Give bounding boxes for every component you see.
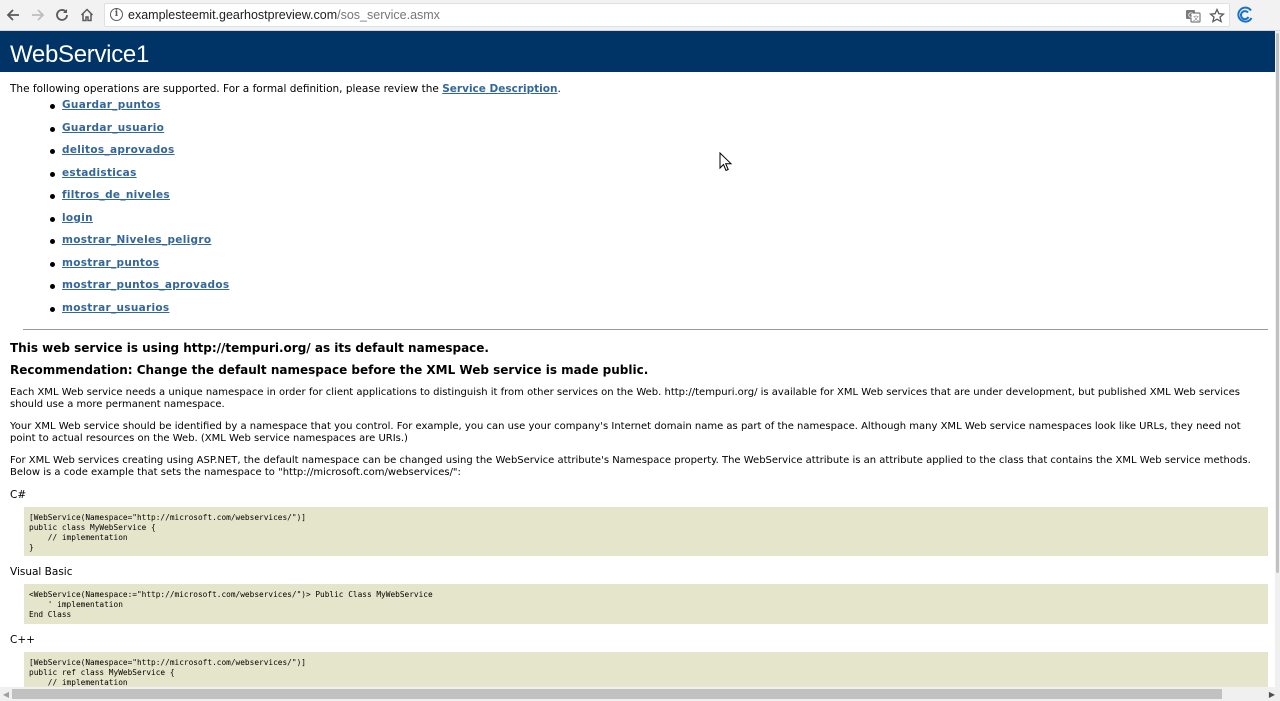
forward-arrow-icon <box>32 9 45 21</box>
list-item: login <box>50 212 229 235</box>
home-button[interactable] <box>76 4 98 26</box>
bullet-icon <box>50 261 55 267</box>
home-icon <box>80 8 94 22</box>
web-page: WebService1 The following operations are… <box>0 31 1275 687</box>
list-item: mostrar_usuarios <box>50 302 229 325</box>
operation-link[interactable]: Guardar_puntos <box>62 99 161 111</box>
bullet-icon <box>50 104 55 109</box>
operation-link[interactable]: mostrar_usuarios <box>62 302 169 314</box>
cpp-label: C++ <box>10 634 35 646</box>
service-description-link[interactable]: Service Description <box>442 83 557 95</box>
bullet-icon <box>50 216 55 222</box>
namespace-paragraph-3: For XML Web services creating using ASP.… <box>10 455 1251 478</box>
scroll-left-arrow-icon[interactable]: ◀ <box>0 688 12 700</box>
bullet-icon <box>50 239 55 244</box>
translate-icon: G 文 <box>1186 10 1201 23</box>
list-item: filtros_de_niveles <box>50 189 229 212</box>
svg-text:文: 文 <box>1193 15 1199 23</box>
back-button[interactable] <box>2 4 24 26</box>
info-icon[interactable]: i <box>110 8 123 21</box>
operation-link[interactable]: login <box>62 212 93 224</box>
csharp-code-block: [WebService(Namespace="http://microsoft.… <box>24 507 1268 556</box>
mouse-cursor-icon <box>719 152 733 172</box>
operation-link[interactable]: Guardar_usuario <box>62 122 164 134</box>
operation-link[interactable]: filtros_de_niveles <box>62 189 170 201</box>
bookmark-star-button[interactable] <box>1208 7 1226 25</box>
operation-link[interactable]: estadisticas <box>62 167 137 179</box>
reload-icon <box>56 9 68 21</box>
csharp-label: C# <box>10 489 27 501</box>
url-path: /sos_service.asmx <box>337 8 440 22</box>
cpp-code-block: [WebService(Namespace="http://microsoft.… <box>24 652 1268 687</box>
browser-toolbar: i examplesteemit.gearhostpreview.com/sos… <box>0 0 1280 31</box>
list-item: Guardar_puntos <box>50 99 229 122</box>
recommendation-heading: Recommendation: Change the default names… <box>10 363 649 377</box>
namespace-paragraph-2: Your XML Web service should be identifie… <box>10 421 1241 444</box>
translate-button[interactable]: G 文 <box>1184 7 1202 25</box>
namespace-heading: This web service is using http://tempuri… <box>10 341 489 355</box>
extension-button[interactable] <box>1236 6 1254 24</box>
bullet-icon <box>50 284 55 289</box>
page-title: WebService1 <box>10 41 149 68</box>
list-item: estadisticas <box>50 167 229 190</box>
vb-label: Visual Basic <box>10 566 73 578</box>
list-item: mostrar_puntos <box>50 257 229 280</box>
back-arrow-icon <box>6 9 19 21</box>
operation-link[interactable]: mostrar_puntos <box>62 257 159 269</box>
address-bar[interactable]: i examplesteemit.gearhostpreview.com/sos… <box>104 3 1230 27</box>
bullet-icon <box>50 306 55 312</box>
vb-code-block: <WebService(Namespace:="http://microsoft… <box>24 584 1268 624</box>
operation-link[interactable]: delitos_aprovados <box>62 144 175 156</box>
operation-link[interactable]: mostrar_Niveles_peligro <box>62 234 211 246</box>
operations-list: Guardar_puntos Guardar_usuario delitos_a… <box>50 99 229 325</box>
intro-paragraph: The following operations are supported. … <box>10 83 1268 95</box>
list-item: delitos_aprovados <box>50 144 229 167</box>
page-heading-bar: WebService1 <box>0 31 1275 72</box>
vertical-scrollbar-thumb[interactable] <box>1276 33 1279 573</box>
horizontal-rule <box>23 329 1268 330</box>
bullet-icon <box>50 126 55 132</box>
url-text[interactable]: examplesteemit.gearhostpreview.com/sos_s… <box>128 8 440 22</box>
reload-button[interactable] <box>51 4 73 26</box>
horizontal-scrollbar-thumb[interactable] <box>12 689 1222 699</box>
operation-link[interactable]: mostrar_puntos_aprovados <box>62 279 229 291</box>
forward-button[interactable] <box>27 4 49 26</box>
list-item: mostrar_Niveles_peligro <box>50 234 229 257</box>
list-item: Guardar_usuario <box>50 122 229 145</box>
bullet-icon <box>50 194 55 199</box>
extension-icon <box>1237 6 1253 23</box>
page-content: The following operations are supported. … <box>10 83 1268 314</box>
bullet-icon <box>50 171 55 177</box>
scroll-right-arrow-icon[interactable]: ▶ <box>1266 688 1278 700</box>
list-item: mostrar_puntos_aprovados <box>50 279 229 302</box>
bullet-icon <box>50 149 55 154</box>
intro-end: . <box>557 83 561 95</box>
star-icon <box>1209 8 1225 23</box>
namespace-paragraph-1: Each XML Web service needs a unique name… <box>10 387 1240 410</box>
intro-text: The following operations are supported. … <box>10 83 443 95</box>
url-host: examplesteemit.gearhostpreview.com <box>128 8 338 22</box>
